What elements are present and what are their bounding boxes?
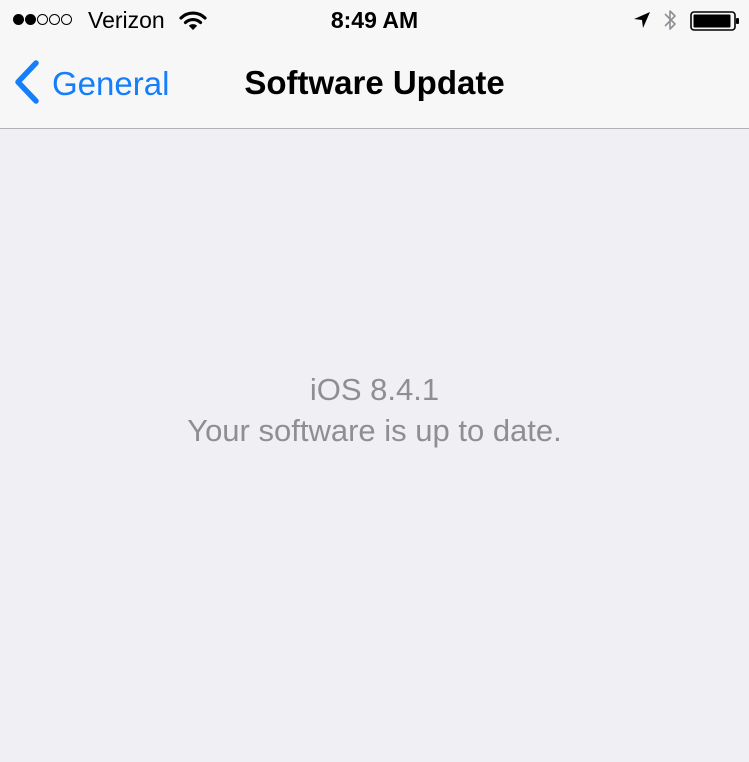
up-to-date-message: Your software is up to date. — [187, 413, 562, 448]
header: Verizon 8:49 AM General Software Update — [0, 0, 749, 129]
update-status: iOS 8.4.1 Your software is up to date. — [0, 369, 749, 451]
back-button[interactable]: General — [14, 59, 170, 109]
location-arrow-icon — [632, 10, 652, 35]
back-button-label: General — [52, 65, 170, 102]
navigation-bar: General Software Update — [0, 40, 749, 128]
chevron-left-icon — [14, 59, 40, 109]
ios-version: iOS 8.4.1 — [309, 372, 440, 407]
status-bar: Verizon 8:49 AM — [0, 0, 749, 40]
battery-icon — [690, 11, 740, 36]
main-content: iOS 8.4.1 Your software is up to date. — [0, 129, 749, 762]
bluetooth-icon — [662, 7, 678, 38]
